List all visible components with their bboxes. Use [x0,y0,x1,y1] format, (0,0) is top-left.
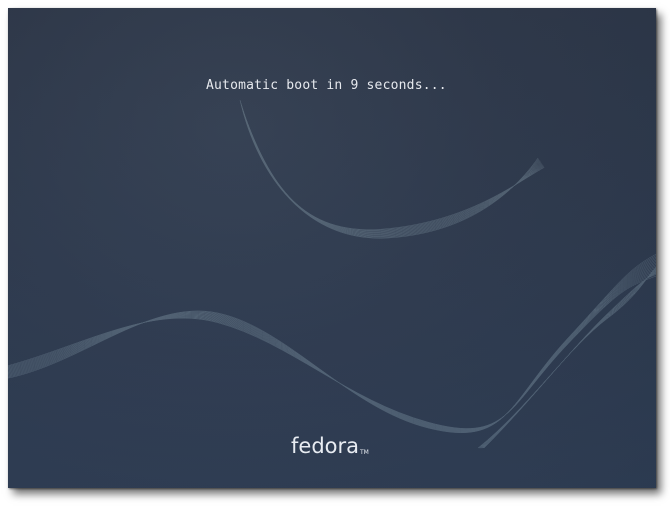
wave-line [8,271,656,430]
wave-line [8,261,656,432]
wave-line [244,115,545,230]
wave-line [8,258,656,432]
wave-line [479,268,656,449]
wave-line [243,113,544,232]
wave-line [8,267,656,431]
wave-line [481,270,656,449]
boot-screen: Automatic boot in 9 seconds... fedoraTM [8,8,656,488]
wave-line [239,99,539,239]
wave-line [8,255,656,433]
wave-line [8,269,656,430]
wave-line [8,265,656,431]
wave-line [241,104,541,236]
wave-line [8,253,656,433]
wave-line [8,264,656,431]
wave-line [242,108,542,234]
wave-line [8,256,656,433]
wave-line [240,101,539,238]
wave-line [240,103,540,237]
wave-line [8,268,656,431]
wave-line [8,262,656,432]
fedora-logo-text: fedora [291,434,359,458]
wave-line [241,107,542,235]
trademark-mark: TM [360,449,369,456]
wave-line [243,110,543,233]
wave-line [478,268,656,449]
wave-line [8,259,656,432]
wave-line [243,111,543,232]
wave-line [244,114,544,231]
fedora-logo: fedoraTM [291,434,369,458]
wave-line [242,109,543,234]
boot-countdown-text: Automatic boot in 9 seconds... [206,78,447,93]
wave-line [241,105,541,236]
wave-line [240,102,540,238]
window-frame: Automatic boot in 9 seconds... fedoraTM [0,0,670,510]
